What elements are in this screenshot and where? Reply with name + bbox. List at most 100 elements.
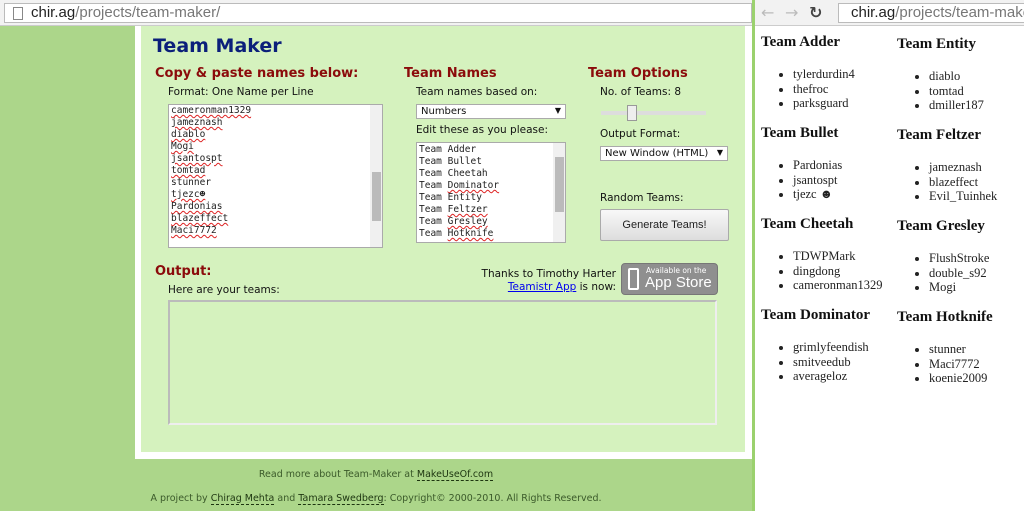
- team-name-line: Team Cheetah: [419, 168, 488, 179]
- read-more-text: Read more about Team-Maker at: [258, 469, 417, 480]
- name-line: tomtad: [171, 165, 206, 176]
- team-member: diablo: [929, 69, 984, 84]
- teams-slider-handle[interactable]: [627, 105, 637, 121]
- phone-icon: [628, 268, 639, 290]
- team-block: Team Cheetah TDWPMarkdingdongcameronman13…: [761, 216, 883, 293]
- copyright-text: : Copyright© 2000-2010. All Rights Reser…: [383, 493, 602, 504]
- format-label: Format: One Name per Line: [168, 86, 314, 98]
- team-block: Team Bullet Pardoniasjsantospttjezc ☻: [761, 125, 842, 202]
- badge-big-text: App Store: [645, 274, 712, 291]
- forward-icon[interactable]: →: [785, 3, 798, 22]
- url-host: chir.ag: [851, 4, 896, 21]
- output-format-select[interactable]: New Window (HTML) ▼: [600, 146, 728, 161]
- team-member: Maci7772: [929, 357, 993, 372]
- team-name-line: Team Gresley: [419, 216, 488, 227]
- teams-slider-track[interactable]: [601, 111, 706, 115]
- name-line: Pardonias: [171, 201, 223, 212]
- output-heading: Output:: [155, 264, 212, 279]
- name-line: Mogi: [171, 141, 194, 152]
- team-block: Team Gresley FlushStrokedouble_s92Mogi: [897, 218, 989, 295]
- dropdown-arrow-icon: ▼: [716, 148, 723, 157]
- name-line: stunner: [171, 177, 212, 188]
- team-names-scrollbar[interactable]: [553, 143, 565, 242]
- page-icon: [13, 7, 23, 20]
- team-member: smitveedub: [793, 355, 870, 370]
- team-name: Team Feltzer: [897, 127, 981, 143]
- team-member: stunner: [929, 342, 993, 357]
- team-names-based-on-select[interactable]: Numbers ▼: [416, 104, 566, 119]
- team-block: Team Hotknife stunnerMaci7772koenie2009: [897, 309, 993, 386]
- random-teams-label: Random Teams:: [600, 192, 684, 204]
- names-scrollbar[interactable]: [370, 105, 382, 247]
- team-block: Team Dominator grimlyfeendishsmitveedubav…: [761, 307, 870, 384]
- name-line: Maci7772: [171, 225, 217, 236]
- team-members: tylerdurdin4thefrocparksguard: [761, 67, 855, 111]
- team-member: averageloz: [793, 369, 870, 384]
- name-line: diablo: [171, 129, 206, 140]
- team-member: cameronman1329: [793, 278, 883, 293]
- team-names-heading: Team Names: [404, 66, 497, 81]
- team-name-line: Team Feltzer: [419, 204, 488, 215]
- team-member: thefroc: [793, 82, 855, 97]
- team-member: tomtad: [929, 84, 984, 99]
- author-link-chirag[interactable]: Chirag Mehta: [210, 493, 275, 505]
- team-members: FlushStrokedouble_s92Mogi: [897, 251, 989, 295]
- team-member: Evil_Tuinhek: [929, 189, 997, 204]
- team-name: Team Bullet: [761, 125, 839, 141]
- select-value: New Window (HTML): [605, 148, 709, 159]
- team-member: dmiller187: [929, 98, 984, 113]
- url-host: chir.ag: [31, 4, 76, 21]
- team-name-line: Team Dominator: [419, 180, 500, 191]
- team-member: TDWPMark: [793, 249, 883, 264]
- team-name-line: Team Entity: [419, 192, 482, 203]
- team-members: jameznashblazeffectEvil_Tuinhek: [897, 160, 997, 204]
- back-icon[interactable]: ←: [761, 3, 774, 22]
- team-members: TDWPMarkdingdongcameronman1329: [761, 249, 883, 293]
- name-line: blazeffect: [171, 213, 229, 224]
- team-name-line: Team Bullet: [419, 156, 482, 167]
- names-textarea[interactable]: cameronman1329 jameznash diablo Mogi jsantos…: [168, 104, 383, 248]
- dropdown-arrow-icon: ▼: [554, 106, 561, 115]
- team-member: parksguard: [793, 96, 855, 111]
- output-area[interactable]: [168, 300, 717, 425]
- url-field[interactable]: chir.ag/projects/team-maker/: [4, 3, 752, 23]
- app-store-badge[interactable]: Available on the App Store: [621, 263, 718, 295]
- author-link-tamara[interactable]: Tamara Swedberg: [298, 493, 384, 505]
- team-member: Pardonias: [793, 158, 842, 173]
- reload-icon[interactable]: ↻: [809, 3, 822, 22]
- team-members: diablotomtaddmiller187: [897, 69, 984, 113]
- team-block: Team Entity diablotomtaddmiller187: [897, 36, 984, 113]
- output-label: Here are your teams:: [168, 284, 280, 296]
- team-member: dingdong: [793, 264, 883, 279]
- team-member: tylerdurdin4: [793, 67, 855, 82]
- left-browser-window: chir.ag/projects/team-maker/ Team Maker …: [0, 0, 752, 511]
- team-member: double_s92: [929, 266, 989, 281]
- team-member: blazeffect: [929, 175, 997, 190]
- team-block: Team Feltzer jameznashblazeffectEvil_Tuin…: [897, 127, 997, 204]
- thanks-line: Thanks to Timothy Harter: [481, 268, 616, 280]
- toolbar: ← → ↻ chir.ag/projects/team-maker/g: [755, 0, 1024, 26]
- team-name: Team Gresley: [897, 218, 985, 234]
- thanks-suffix: is now:: [576, 281, 616, 293]
- teamistr-app-link[interactable]: Teamistr App: [508, 281, 576, 293]
- makeuseof-link[interactable]: MakeUseOf.com: [416, 469, 494, 481]
- team-member: Mogi: [929, 280, 989, 295]
- thanks-text: Thanks to Timothy Harter Teamistr App is…: [440, 268, 616, 294]
- team-name: Team Hotknife: [897, 309, 993, 325]
- url-field[interactable]: chir.ag/projects/team-maker/g: [838, 3, 1024, 23]
- name-line: jsantospt: [171, 153, 223, 164]
- page-title: Team Maker: [153, 35, 282, 57]
- footer-read-more: Read more about Team-Maker at MakeUseOf.…: [0, 469, 752, 481]
- and-text: and: [274, 493, 299, 504]
- url-path: /projects/team-maker/: [75, 4, 221, 21]
- generate-teams-button[interactable]: Generate Teams!: [600, 209, 729, 241]
- based-on-label: Team names based on:: [416, 86, 538, 98]
- team-member: koenie2009: [929, 371, 993, 386]
- team-block: Team Adder tylerdurdin4thefrocparksguard: [761, 34, 855, 111]
- team-members: grimlyfeendishsmitveedubaverageloz: [761, 340, 870, 384]
- teams-count-label: No. of Teams: 8: [600, 86, 682, 98]
- select-value: Numbers: [421, 106, 467, 117]
- team-names-textarea[interactable]: Team Adder Team Bullet Team Cheetah Team Do…: [416, 142, 566, 243]
- team-members: Pardoniasjsantospttjezc ☻: [761, 158, 842, 202]
- right-browser-window: ← → ↻ chir.ag/projects/team-maker/g Team…: [752, 0, 1024, 511]
